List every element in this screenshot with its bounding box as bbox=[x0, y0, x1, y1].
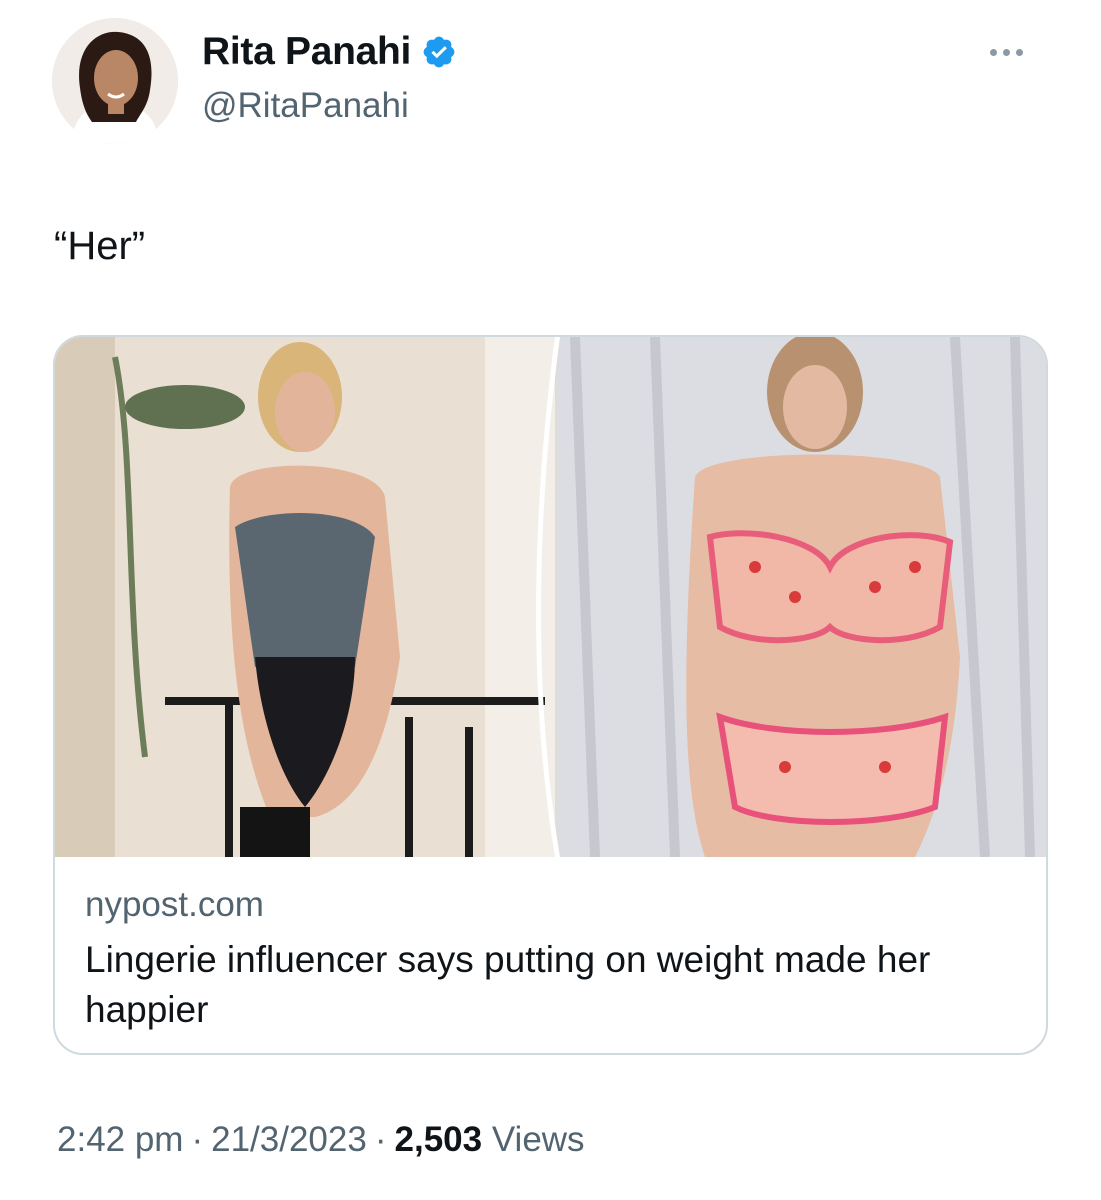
more-options-icon[interactable] bbox=[990, 42, 1040, 62]
card-title[interactable]: Lingerie influencer says putting on weig… bbox=[85, 935, 1015, 1035]
tweet-time[interactable]: 2:42 pm bbox=[57, 1120, 183, 1159]
user-handle[interactable]: @RitaPanahi bbox=[202, 86, 409, 126]
display-name-row[interactable]: Rita Panahi bbox=[202, 30, 457, 74]
display-name[interactable]: Rita Panahi bbox=[202, 30, 411, 74]
tweet-meta: 2:42 pm · 21/3/2023 · 2,503 Views bbox=[57, 1120, 585, 1160]
tweet: Rita Panahi @RitaPanahi “Her” nypost.com… bbox=[0, 0, 1101, 1200]
tweet-text: “Her” bbox=[54, 224, 146, 268]
meta-separator: · bbox=[374, 1120, 387, 1159]
views-count: 2,503 bbox=[394, 1120, 483, 1159]
card-image[interactable] bbox=[55, 337, 1046, 857]
tweet-date[interactable]: 21/3/2023 bbox=[211, 1120, 367, 1159]
views-label: Views bbox=[491, 1120, 585, 1159]
card-domain: nypost.com bbox=[85, 885, 264, 924]
meta-separator: · bbox=[191, 1120, 204, 1159]
avatar[interactable] bbox=[52, 18, 178, 144]
verified-badge-icon bbox=[421, 34, 457, 70]
link-card[interactable]: nypost.com Lingerie influencer says putt… bbox=[53, 335, 1048, 1055]
